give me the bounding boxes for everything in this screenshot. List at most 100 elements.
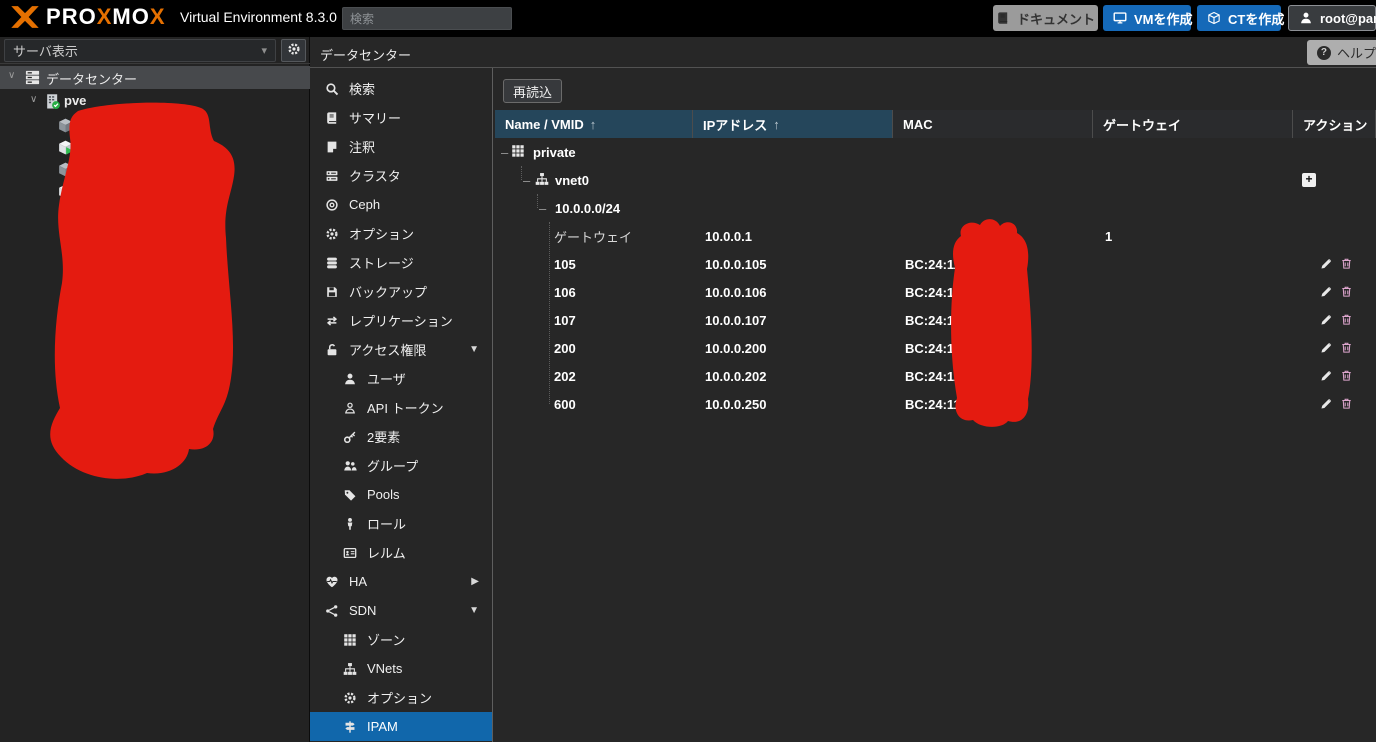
menu-item-IPAM[interactable]: IPAM — [310, 712, 492, 741]
cell-name: ゲートウェイ — [554, 222, 632, 250]
view-mode-select[interactable]: サーバ表示 ▾ — [4, 39, 276, 62]
user-icon — [342, 372, 358, 386]
menu-item-label: ゾーン — [367, 630, 405, 649]
edit-pencil-icon[interactable] — [1320, 397, 1333, 413]
row-expander-icon[interactable]: – — [539, 194, 546, 222]
cell-mac: BC:24:11 — [905, 278, 961, 306]
tags-icon — [342, 488, 358, 502]
column-header-IPアドレス[interactable]: IPアドレス↑ — [693, 110, 893, 138]
tree-expander-icon[interactable]: ∨ — [8, 70, 15, 81]
menu-item-Pools[interactable]: Pools — [310, 480, 492, 509]
table-row-10.0.0.0-24[interactable]: –10.0.0.0/24 — [495, 194, 1376, 222]
user-icon — [1299, 11, 1313, 25]
tree-node[interactable] — [0, 180, 310, 203]
menu-item-検索[interactable]: 検索 — [310, 74, 492, 103]
view-mode-label: サーバ表示 — [13, 41, 78, 60]
column-header-Name-VMID[interactable]: Name / VMID↑ — [495, 110, 693, 138]
menu-item-VNets[interactable]: VNets — [310, 654, 492, 683]
table-row-106[interactable]: 10610.0.0.106BC:24:11 — [495, 278, 1376, 306]
menu-item-レルム[interactable]: レルム — [310, 538, 492, 567]
delete-trash-icon[interactable] — [1340, 397, 1353, 413]
cube-stopped-icon — [57, 161, 74, 178]
sitemap-icon — [535, 172, 549, 189]
delete-trash-icon[interactable] — [1340, 285, 1353, 301]
add-mapping-button[interactable]: + — [1302, 173, 1316, 187]
idcard-icon — [342, 546, 358, 560]
menu-item-SDN[interactable]: SDN▼ — [310, 596, 492, 625]
column-header-アクション[interactable]: アクション — [1293, 110, 1376, 138]
create-vm-label: VMを作成 — [1134, 9, 1193, 28]
menu-item-ユーザ[interactable]: ユーザ — [310, 364, 492, 393]
menu-item-2要素[interactable]: 2要素 — [310, 422, 492, 451]
menu-item-label: サマリー — [349, 108, 401, 127]
version-text: Virtual Environment 8.3.0 — [180, 9, 337, 25]
tree-guide-line — [549, 222, 550, 404]
delete-trash-icon[interactable] — [1340, 369, 1353, 385]
user-o-icon — [342, 401, 358, 415]
menu-item-オプション[interactable]: オプション — [310, 219, 492, 248]
cell-mac: BC:24:11 — [905, 334, 961, 362]
create-ct-label: CTを作成 — [1228, 9, 1284, 28]
tree-settings-button[interactable] — [281, 39, 306, 62]
menu-item-アクセス権限[interactable]: アクセス権限▼ — [310, 335, 492, 364]
create-vm-button[interactable]: VMを作成 — [1103, 5, 1191, 31]
row-expander-icon[interactable]: – — [523, 166, 530, 194]
tree-node[interactable] — [0, 158, 310, 181]
edit-pencil-icon[interactable] — [1320, 313, 1333, 329]
menu-item-ゾーン[interactable]: ゾーン — [310, 625, 492, 654]
table-row-107[interactable]: 10710.0.0.107BC:24:11 — [495, 306, 1376, 334]
menu-item-レプリケーション[interactable]: レプリケーション — [310, 306, 492, 335]
users-icon — [342, 459, 358, 473]
menu-item-API-トークン[interactable]: API トークン — [310, 393, 492, 422]
cube-stopped-icon — [57, 117, 74, 134]
menu-item-バックアップ[interactable]: バックアップ — [310, 277, 492, 306]
menu-item-グループ[interactable]: グループ — [310, 451, 492, 480]
menu-item-注釈[interactable]: 注釈 — [310, 132, 492, 161]
storage-icon — [324, 256, 340, 270]
note-icon — [324, 140, 340, 154]
reload-button[interactable]: 再読込 — [503, 79, 562, 103]
menu-item-ストレージ[interactable]: ストレージ — [310, 248, 492, 277]
tree-node-pve[interactable]: ∨pve — [0, 90, 310, 113]
backup-icon — [324, 285, 340, 299]
search-input[interactable] — [342, 7, 512, 30]
menu-item-サマリー[interactable]: サマリー — [310, 103, 492, 132]
edit-pencil-icon[interactable] — [1320, 285, 1333, 301]
table-row-ゲートウェイ[interactable]: ゲートウェイ10.0.0.11 — [495, 222, 1376, 250]
column-label: IPアドレス — [703, 115, 767, 134]
column-header-MAC[interactable]: MAC — [893, 110, 1093, 138]
documentation-button[interactable]: ドキュメント — [993, 5, 1098, 31]
create-ct-button[interactable]: CTを作成 — [1197, 5, 1281, 31]
table-row-vnet0[interactable]: –vnet0+ — [495, 166, 1376, 194]
table-row-private[interactable]: –private — [495, 138, 1376, 166]
menu-item-Ceph[interactable]: Ceph — [310, 190, 492, 219]
tree-expander-icon[interactable]: ∨ — [30, 94, 37, 105]
replication-icon — [324, 314, 340, 328]
row-expander-icon[interactable]: – — [501, 138, 508, 166]
delete-trash-icon[interactable] — [1340, 341, 1353, 357]
edit-pencil-icon[interactable] — [1320, 257, 1333, 273]
cell-name: 107 — [554, 306, 576, 334]
table-row-600[interactable]: 60010.0.0.250BC:24:11 — [495, 390, 1376, 418]
column-header-ゲートウェイ[interactable]: ゲートウェイ — [1093, 110, 1293, 138]
menu-item-label: オプション — [349, 224, 414, 243]
tree-node[interactable] — [0, 136, 310, 159]
menu-item-オプション[interactable]: オプション — [310, 683, 492, 712]
resource-tree: ∨データセンター∨pve — [0, 64, 310, 742]
menu-item-label: SDN — [349, 603, 376, 618]
table-row-202[interactable]: 20210.0.0.202BC:24:11 — [495, 362, 1376, 390]
delete-trash-icon[interactable] — [1340, 313, 1353, 329]
delete-trash-icon[interactable] — [1340, 257, 1353, 273]
logged-in-user-button[interactable]: root@pam — [1288, 5, 1376, 31]
tree-node-データセンター[interactable]: ∨データセンター — [0, 66, 310, 89]
menu-item-HA[interactable]: HA▶ — [310, 567, 492, 596]
edit-pencil-icon[interactable] — [1320, 341, 1333, 357]
edit-pencil-icon[interactable] — [1320, 369, 1333, 385]
table-row-200[interactable]: 20010.0.0.200BC:24:11 — [495, 334, 1376, 362]
tree-node[interactable] — [0, 114, 310, 137]
menu-item-label: バックアップ — [349, 282, 427, 301]
help-button[interactable]: ? ヘルプ — [1307, 40, 1376, 65]
menu-item-ロール[interactable]: ロール — [310, 509, 492, 538]
table-row-105[interactable]: 10510.0.0.105BC:24:11: — [495, 250, 1376, 278]
menu-item-クラスタ[interactable]: クラスタ — [310, 161, 492, 190]
